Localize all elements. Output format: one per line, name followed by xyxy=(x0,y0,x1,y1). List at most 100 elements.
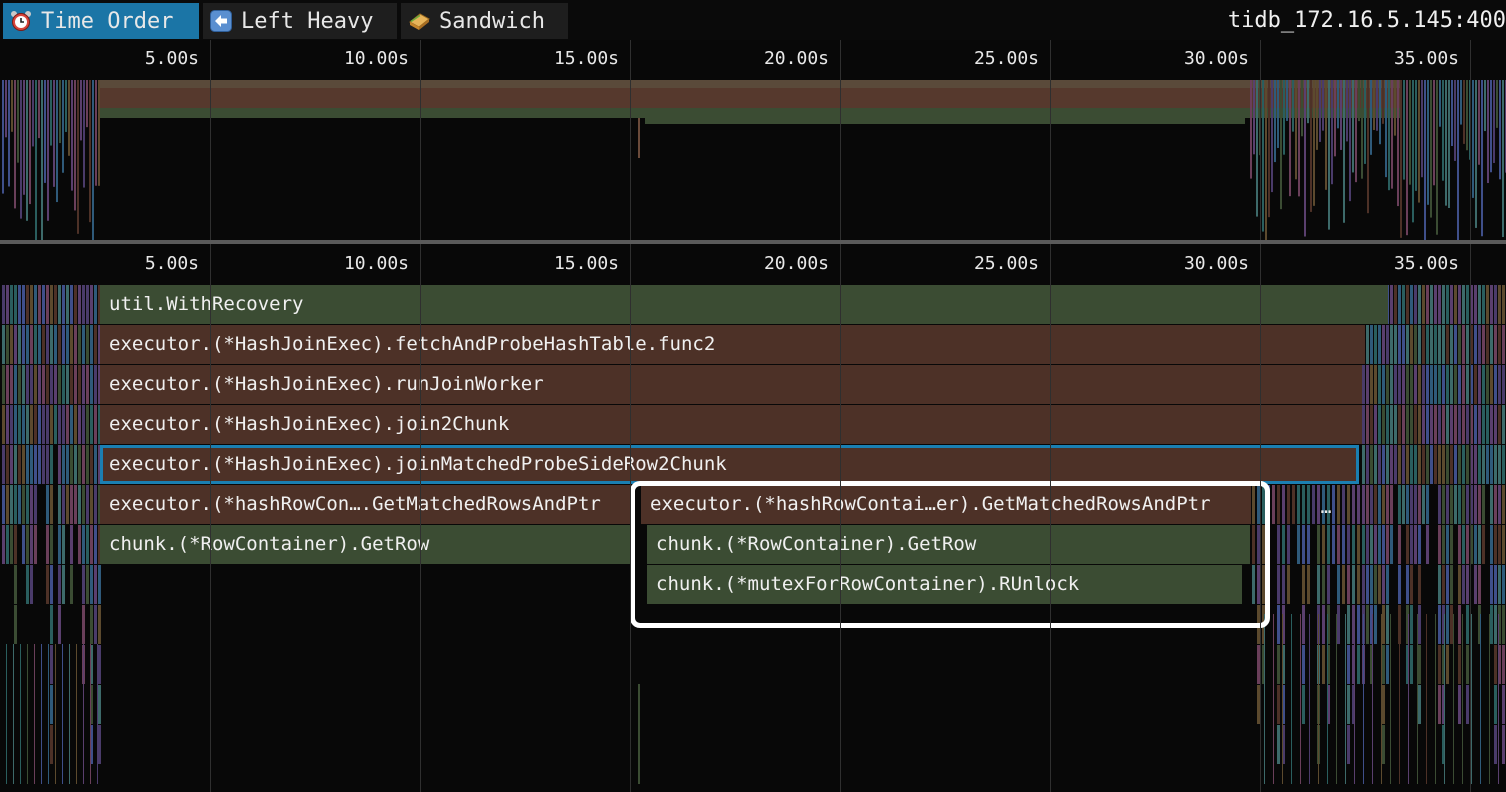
minimap-stack xyxy=(1451,80,1453,147)
flame-stack-cell xyxy=(1277,565,1280,604)
flame-stack-cell xyxy=(1482,285,1485,324)
flame-stack-cell xyxy=(1466,405,1469,444)
flame-stack-cell xyxy=(1434,405,1437,444)
flame-stack-cell xyxy=(10,525,13,564)
flame-stack-cell xyxy=(1466,325,1469,364)
minimap-stack xyxy=(1481,80,1483,237)
flame-stack-cell xyxy=(1466,605,1469,644)
minimap-overview xyxy=(2,80,1506,240)
flame-stack-cell xyxy=(30,285,33,324)
flame-stack-cell xyxy=(1292,485,1295,524)
frame-join2chunk[interactable]: executor.(*HashJoinExec).join2Chunk xyxy=(100,405,1362,444)
tab-sandwich[interactable]: Sandwich xyxy=(401,3,568,39)
flame-stack-cell xyxy=(14,605,17,644)
flame-stack-cell xyxy=(1374,565,1377,604)
flame-stack-cell xyxy=(1277,525,1280,564)
flame-stack-cell xyxy=(1342,485,1345,524)
minimap[interactable]: 5.00s 10.00s 15.00s 20.00s 25.00s 30.00s 35.00… xyxy=(0,40,1506,240)
flame-stack-cell xyxy=(18,365,21,404)
flame-stack-cell xyxy=(6,445,9,484)
flame-stack-cell xyxy=(1386,365,1389,404)
flame-stack-cell xyxy=(1307,565,1310,604)
flame-stack-cell xyxy=(38,325,41,364)
flame-stack-cell xyxy=(1446,365,1449,404)
flame-stack-cell xyxy=(1406,565,1409,604)
frame-util-withrecovery[interactable]: util.WithRecovery xyxy=(100,285,1388,324)
flame-stack-cell xyxy=(1418,645,1421,684)
flame-stack-cell xyxy=(1462,365,1465,404)
flame-stack-cell xyxy=(1446,605,1449,644)
flame-stack-cell xyxy=(1478,285,1481,324)
flame-stack-cell xyxy=(1337,525,1340,564)
flame-stack-cell xyxy=(66,325,69,364)
flame-stack-cell xyxy=(1398,405,1401,444)
flame-stack-cell xyxy=(1347,565,1350,604)
frame-get-matched-rows-left[interactable]: executor.(*hashRowCon….GetMatchedRowsAnd… xyxy=(100,485,630,524)
flame-stack-cell xyxy=(50,365,53,404)
flame-stack-cell xyxy=(1462,614,1463,784)
minimap-stack xyxy=(1373,80,1375,131)
tab-left-heavy[interactable]: Left Heavy xyxy=(203,3,397,39)
flame-stack-cell xyxy=(1480,614,1481,784)
flame-stack-cell xyxy=(1410,485,1413,524)
flame-stack-cell xyxy=(1382,525,1385,564)
minimap-stack xyxy=(83,80,85,188)
flame-stack-cell xyxy=(1502,405,1505,444)
flame-chart[interactable]: util.WithRecovery executor.(*HashJoinExe… xyxy=(0,244,1506,792)
frame-get-row-left[interactable]: chunk.(*RowContainer).GetRow xyxy=(100,525,630,564)
flame-stack-cell xyxy=(1378,565,1381,604)
flame-stack-cell xyxy=(1418,685,1421,724)
flame-stack-cell xyxy=(1434,365,1437,404)
flame-stack-cell xyxy=(1482,445,1485,484)
flame-stack-cell xyxy=(1357,525,1360,564)
flame-stack-cell xyxy=(1390,525,1393,564)
flame-stack-cell xyxy=(1494,445,1497,484)
flame-stack-cell xyxy=(50,725,53,764)
flame-stack-cell xyxy=(1410,445,1413,484)
flame-stack-cell xyxy=(26,445,29,484)
flame-stack-cell xyxy=(1272,485,1275,524)
flame-stack-cell xyxy=(26,405,29,444)
flame-stack-cell xyxy=(1458,285,1461,324)
flame-stack-cell xyxy=(94,285,97,324)
flame-stack-cell xyxy=(1408,614,1409,784)
flame-grid-line xyxy=(1050,244,1051,792)
flame-stack-cell xyxy=(58,365,61,404)
flame-stack-cell xyxy=(1378,485,1381,524)
minimap-stack xyxy=(32,80,34,147)
flame-stack-cell xyxy=(1466,285,1469,324)
frame-join-matched-probe-side[interactable]: executor.(*HashJoinExec).joinMatchedProb… xyxy=(100,445,1359,484)
flame-stack-cell xyxy=(2,445,5,484)
minimap-stack xyxy=(1289,80,1291,197)
flame-stack-cell xyxy=(1498,485,1501,524)
flame-stack-cell xyxy=(58,285,61,324)
flame-stack-cell xyxy=(62,325,65,364)
flame-stack-cell xyxy=(1494,365,1497,404)
flame-stack-cell xyxy=(66,445,69,484)
frame-run-join-worker[interactable]: executor.(*HashJoinExec).runJoinWorker xyxy=(100,365,1362,404)
flame-grid-line xyxy=(1260,244,1261,792)
flame-stack-cell xyxy=(69,644,70,784)
minimap-stack xyxy=(1391,80,1393,189)
flame-stack-cell xyxy=(1430,405,1433,444)
flame-stack-cell xyxy=(62,644,63,784)
minimap-stack xyxy=(1442,80,1444,181)
flame-stack-cell xyxy=(82,565,85,604)
flame-stack-cell xyxy=(1382,445,1385,484)
flame-stack-cell xyxy=(1438,285,1441,324)
frame-overflow-ellipsis[interactable]: … xyxy=(1312,489,1340,527)
flame-stack-cell xyxy=(1362,325,1365,364)
frame-fetch-and-probe[interactable]: executor.(*HashJoinExec).fetchAndProbeHa… xyxy=(100,325,1362,364)
flame-grid-line xyxy=(840,244,841,792)
minimap-stack xyxy=(1346,80,1348,142)
flame-stack-cell xyxy=(1494,405,1497,444)
flame-stack-cell xyxy=(1382,325,1385,364)
flame-stack-cell xyxy=(34,485,37,524)
flame-stack-cell xyxy=(34,644,35,784)
flame-stack-cell xyxy=(1414,525,1417,564)
tab-time-order[interactable]: Time Order xyxy=(3,3,199,39)
flame-stack-cell xyxy=(34,325,37,364)
minimap-stack xyxy=(1364,80,1366,164)
minimap-stack xyxy=(20,80,22,219)
flame-stack-cell xyxy=(50,605,53,644)
